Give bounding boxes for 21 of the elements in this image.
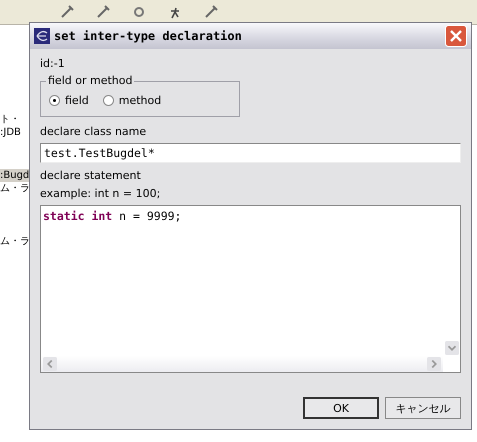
radio-option[interactable]: field [49, 94, 89, 107]
window-title: set inter-type declaration [54, 29, 243, 43]
close-icon[interactable] [445, 25, 467, 47]
example-text: example: int n = 100; [40, 187, 162, 201]
gear-icon[interactable] [132, 5, 146, 19]
radio-option[interactable]: method [102, 94, 162, 107]
ok-button[interactable]: OK [303, 397, 379, 419]
tree-item[interactable]: ム・ラ [0, 182, 30, 195]
horizontal-scrollbar[interactable] [41, 355, 443, 372]
class-name-field[interactable]: test.TestBugdel* [40, 143, 461, 163]
cancel-button[interactable]: キャンセル [385, 397, 461, 419]
statement-text-area[interactable]: static int n = 9999; [40, 205, 461, 373]
code-line: static int n = 9999; [42, 208, 182, 225]
app-icon [34, 28, 50, 44]
tree-item[interactable]: :Bugd [0, 169, 30, 182]
statement-label: declare statement [40, 169, 142, 183]
tree-item[interactable]: ム・ラ [0, 235, 30, 248]
class-name-label: declare class name [40, 125, 148, 139]
tree-item[interactable]: ト・ [0, 113, 30, 126]
tree-item[interactable]: :JDB [0, 126, 30, 139]
id-label: id:-1 [40, 57, 66, 71]
